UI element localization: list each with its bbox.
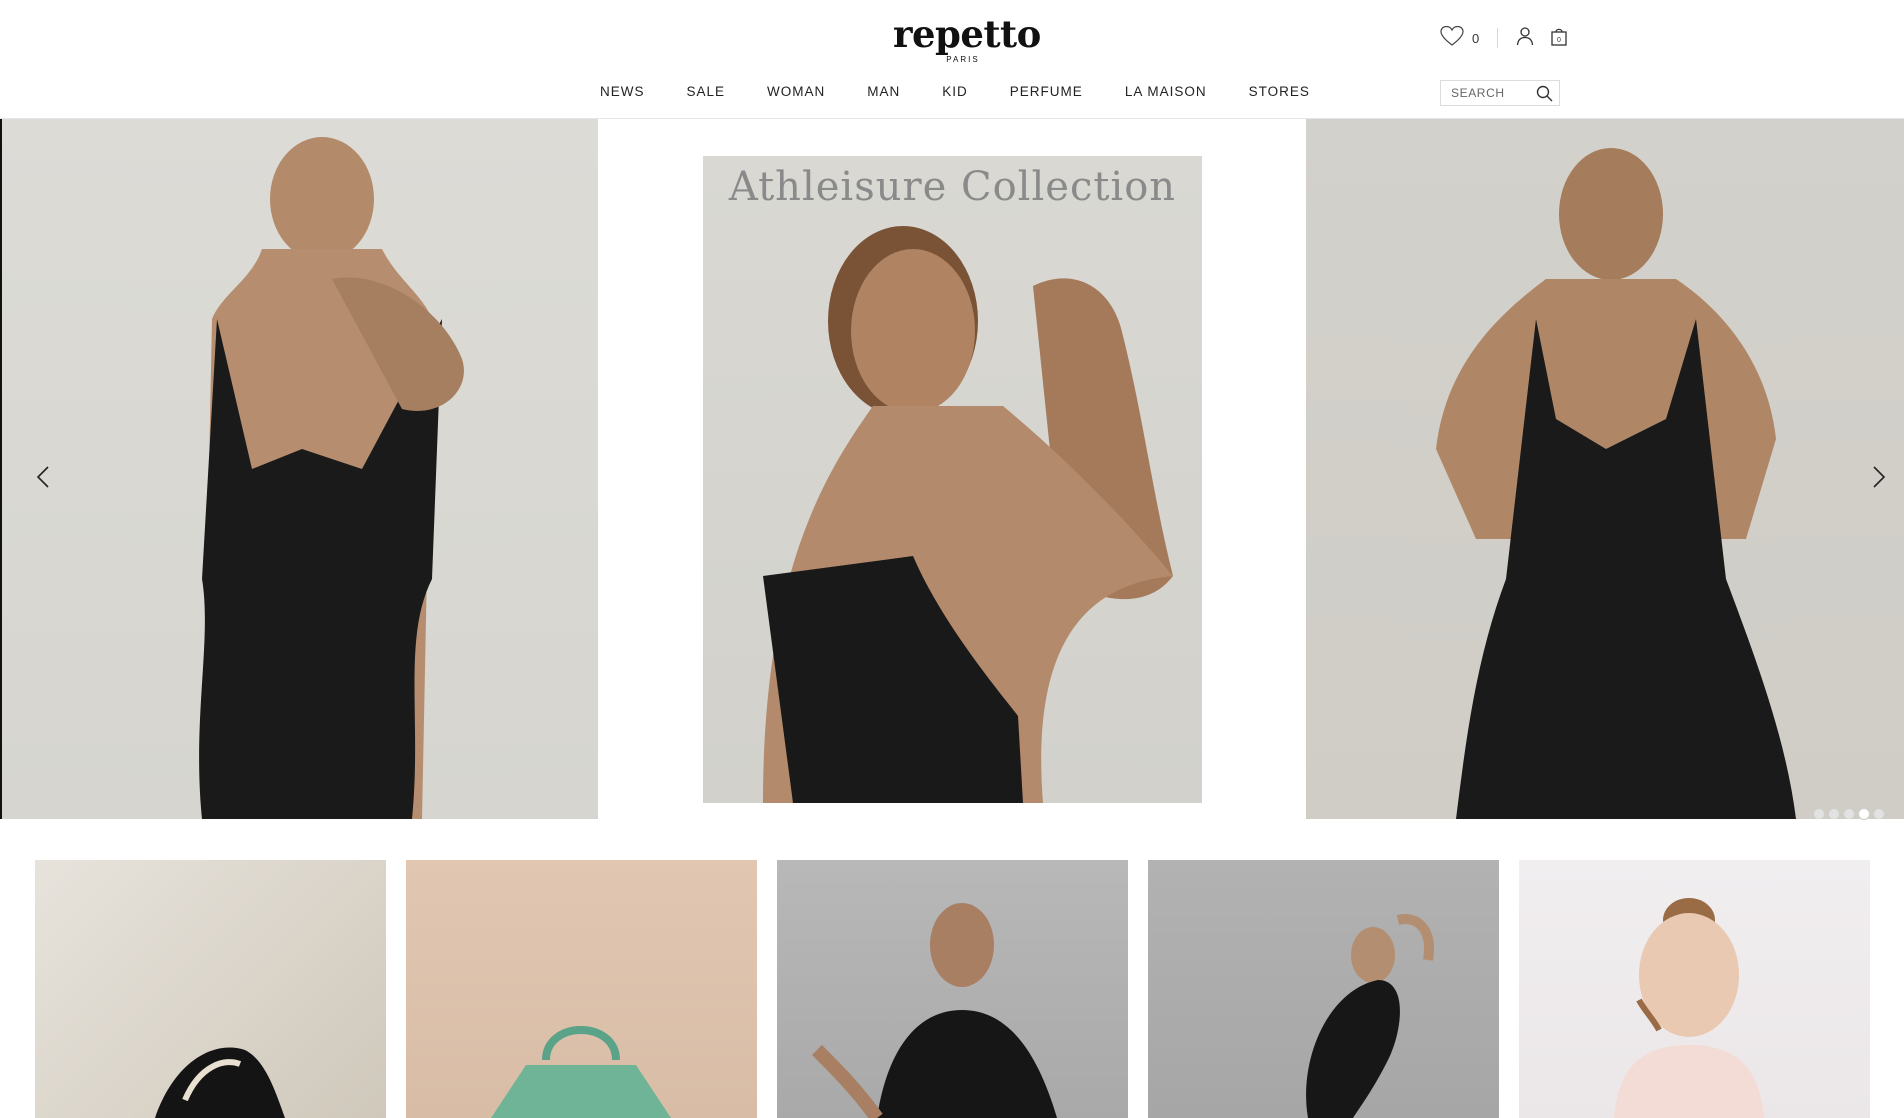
- model-silhouette-left: [199, 137, 464, 819]
- carousel-next-button[interactable]: [1864, 464, 1894, 494]
- logo-wordmark: repetto: [893, 12, 1041, 56]
- carousel-dot-4[interactable]: [1859, 809, 1869, 819]
- dancer-image: [1306, 914, 1434, 1118]
- carousel-pagination: [1814, 809, 1889, 819]
- wishlist-count: 0: [1472, 30, 1480, 46]
- shoe-image: [155, 1047, 285, 1118]
- search-button[interactable]: [1536, 85, 1553, 107]
- cart-button[interactable]: 0: [1550, 26, 1568, 51]
- nav-item-stores[interactable]: STORES: [1249, 84, 1310, 99]
- nav-item-la-maison[interactable]: LA MAISON: [1125, 84, 1207, 99]
- nav-item-man[interactable]: MAN: [867, 84, 900, 99]
- hero-title: Athleisure Collection: [728, 164, 1177, 210]
- logo-subtitle: PARIS: [946, 55, 980, 64]
- nav-item-sale[interactable]: SALE: [687, 84, 726, 99]
- category-tiles: [35, 860, 1871, 1118]
- carousel-dot-3[interactable]: [1844, 809, 1854, 819]
- model-silhouette-right: [1436, 148, 1796, 819]
- carousel-dot-5[interactable]: [1874, 809, 1884, 819]
- nav-item-kid[interactable]: KID: [942, 84, 968, 99]
- search-box: [1440, 80, 1560, 106]
- nav-item-news[interactable]: NEWS: [600, 84, 645, 99]
- hero-slide-left-image[interactable]: [0, 119, 598, 819]
- nav-item-woman[interactable]: WOMAN: [767, 84, 825, 99]
- heart-icon: [1440, 25, 1464, 52]
- utility-divider: [1497, 28, 1499, 48]
- hero-feature-panel[interactable]: Athleisure Collection: [703, 156, 1202, 803]
- brand-logo[interactable]: repetto PARIS: [893, 12, 1041, 64]
- search-icon: [1536, 85, 1553, 106]
- nav-item-perfume[interactable]: PERFUME: [1010, 84, 1083, 99]
- svg-text:0: 0: [1557, 37, 1561, 44]
- hero-slide-right-image[interactable]: [1306, 119, 1904, 819]
- bag-icon: 0: [1550, 26, 1568, 51]
- model-silhouette-center: [763, 226, 1173, 803]
- category-tile-kid[interactable]: [1519, 860, 1870, 1118]
- user-icon: [1516, 26, 1534, 51]
- hero-carousel: Athleisure Collection: [0, 119, 1904, 819]
- carousel-dot-1[interactable]: [1814, 809, 1824, 819]
- kid-model-image: [1614, 898, 1764, 1118]
- category-tile-bags[interactable]: [406, 860, 757, 1118]
- category-tile-dance[interactable]: [1148, 860, 1499, 1118]
- chevron-left-icon: [36, 465, 50, 494]
- chevron-right-icon: [1872, 465, 1886, 494]
- carousel-dot-2[interactable]: [1829, 809, 1839, 819]
- account-button[interactable]: [1516, 26, 1534, 51]
- category-tile-man[interactable]: [777, 860, 1128, 1118]
- carousel-prev-button[interactable]: [28, 464, 58, 494]
- search-input[interactable]: [1451, 86, 1535, 100]
- wishlist-button[interactable]: 0: [1440, 25, 1479, 52]
- main-nav: NEWS SALE WOMAN MAN KID PERFUME LA MAISO…: [600, 84, 1310, 99]
- site-header: repetto PARIS 0 0 NEWS SALE WOMAN MAN KI…: [0, 0, 1904, 119]
- header-utilities: 0 0: [1440, 25, 1568, 52]
- category-tile-shoes[interactable]: [35, 860, 386, 1118]
- bag-image: [491, 1026, 671, 1118]
- man-model-image: [812, 903, 1057, 1118]
